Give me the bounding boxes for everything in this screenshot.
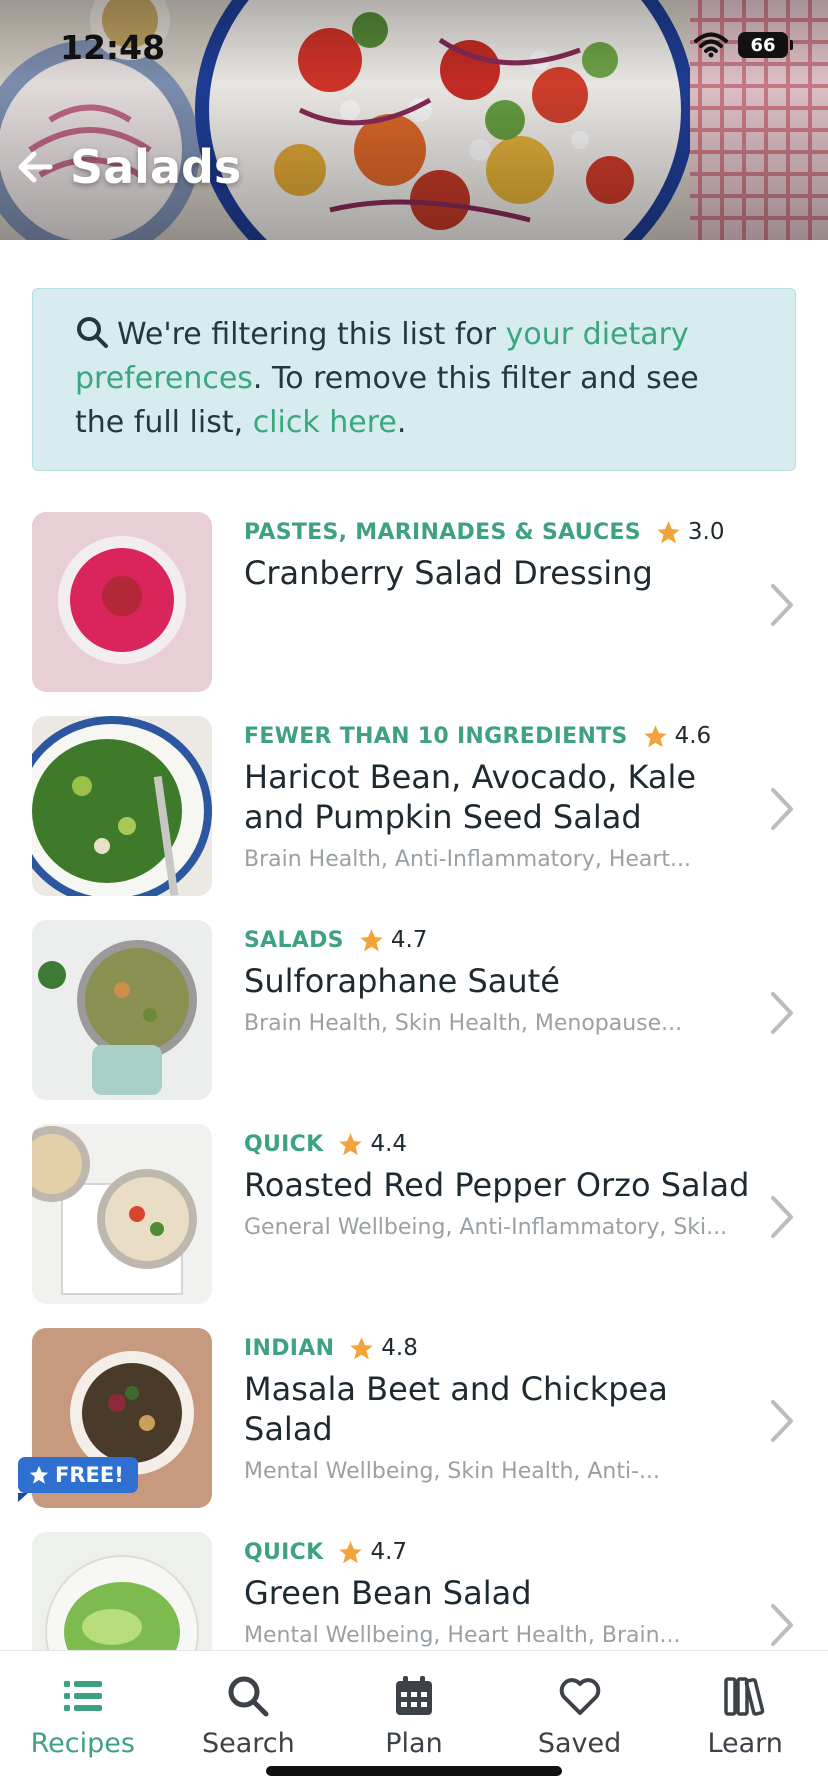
recipe-row[interactable]: QUICK 4.4 Roasted Red Pepper Orzo Salad … <box>0 1124 828 1328</box>
recipe-info: PASTES, MARINADES & SAUCES 3.0 Cranberry… <box>244 515 764 603</box>
battery-icon: 66 <box>738 32 793 58</box>
recipe-title: Green Bean Salad <box>244 1574 532 1612</box>
recipe-title: Sulforaphane Sauté <box>244 962 560 1000</box>
free-badge: FREE! <box>18 1457 138 1502</box>
header-row: Salads <box>14 140 241 194</box>
search-icon <box>228 1676 269 1717</box>
tab-learn[interactable]: Learn <box>662 1651 828 1792</box>
free-badge-label: FREE! <box>55 1463 124 1487</box>
recipe-rating: 4.4 <box>370 1131 408 1157</box>
notice-text-prefix: We're filtering this list for <box>117 317 506 352</box>
recipe-rating: 4.8 <box>381 1335 418 1361</box>
chevron-right-icon <box>771 788 793 830</box>
back-arrow-icon[interactable] <box>14 146 56 188</box>
star-icon <box>643 724 667 747</box>
remove-filter-link[interactable]: click here <box>253 405 397 440</box>
tab-label: Recipes <box>30 1728 135 1759</box>
recipe-tags: Mental Wellbeing, Heart Health, Brain... <box>244 1623 681 1648</box>
recipe-thumbnail <box>32 716 212 896</box>
status-icons: 66 <box>694 32 793 58</box>
recipe-title: Masala Beet and Chickpea Salad <box>244 1370 668 1448</box>
filter-notice: We're filtering this list for your dieta… <box>32 288 796 471</box>
chevron-right-icon <box>771 992 793 1034</box>
recipe-category: INDIAN <box>244 1335 335 1361</box>
recipe-info: QUICK 4.7 Green Bean Salad Mental Wellbe… <box>244 1535 764 1648</box>
recipe-category: SALADS <box>244 927 344 953</box>
recipe-tags: Brain Health, Anti-Inflammatory, Heart..… <box>244 847 692 872</box>
calendar-icon <box>395 1676 432 1715</box>
star-icon <box>339 1132 363 1155</box>
tab-label: Plan <box>385 1728 443 1759</box>
tab-label: Search <box>202 1728 295 1759</box>
recipe-tags: Brain Health, Skin Health, Menopause... <box>244 1011 683 1036</box>
chevron-right-icon <box>771 1604 793 1646</box>
tab-recipes[interactable]: Recipes <box>0 1651 166 1792</box>
tab-label: Learn <box>707 1728 783 1759</box>
recipe-meta: QUICK 4.7 <box>244 1535 764 1569</box>
home-indicator <box>266 1766 562 1776</box>
recipe-category: QUICK <box>244 1539 324 1565</box>
recipe-info: SALADS 4.7 Sulforaphane Sauté Brain Heal… <box>244 923 764 1036</box>
recipe-info: FEWER THAN 10 INGREDIENTS 4.6 Haricot Be… <box>244 719 764 872</box>
recipe-meta: SALADS 4.7 <box>244 923 764 957</box>
recipe-row[interactable]: FREE! INDIAN 4.8 Masala Beet and Chickpe… <box>0 1328 828 1532</box>
recipe-title: Cranberry Salad Dressing <box>244 554 653 592</box>
recipe-category: QUICK <box>244 1131 324 1157</box>
recipe-meta: INDIAN 4.8 <box>244 1331 764 1365</box>
recipe-category: FEWER THAN 10 INGREDIENTS <box>244 723 628 749</box>
recipe-meta: QUICK 4.4 <box>244 1127 764 1161</box>
recipe-info: QUICK 4.4 Roasted Red Pepper Orzo Salad … <box>244 1127 764 1240</box>
star-icon <box>29 1465 49 1484</box>
recipe-meta: FEWER THAN 10 INGREDIENTS 4.6 <box>244 719 764 753</box>
recipe-title: Haricot Bean, Avocado, Kale and Pumpkin … <box>244 758 697 836</box>
wifi-icon <box>694 32 728 58</box>
recipe-row[interactable]: PASTES, MARINADES & SAUCES 3.0 Cranberry… <box>0 512 828 716</box>
recipe-rating: 4.7 <box>390 927 428 953</box>
tab-label: Saved <box>537 1728 622 1759</box>
recipe-meta: PASTES, MARINADES & SAUCES 3.0 <box>244 515 764 549</box>
heart-icon <box>559 1678 600 1715</box>
chevron-right-icon <box>771 584 793 626</box>
star-icon <box>657 520 680 543</box>
recipe-thumbnail <box>32 920 212 1100</box>
star-icon <box>360 928 383 951</box>
recipe-info: INDIAN 4.8 Masala Beet and Chickpea Sala… <box>244 1331 764 1484</box>
recipe-tags: General Wellbeing, Anti-Inflammatory, Sk… <box>244 1215 728 1240</box>
recipe-rating: 3.0 <box>687 519 725 545</box>
page-title: Salads <box>70 140 242 194</box>
star-icon <box>339 1540 363 1563</box>
recipe-thumbnail <box>32 1124 212 1304</box>
recipe-title: Roasted Red Pepper Orzo Salad <box>244 1166 750 1204</box>
recipe-tags: Mental Wellbeing, Skin Health, Anti-... <box>244 1459 661 1484</box>
header-hero: 12:48 66 Salads <box>0 0 828 240</box>
recipe-category: PASTES, MARINADES & SAUCES <box>244 519 641 545</box>
star-icon <box>350 1336 374 1359</box>
recipe-rating: 4.6 <box>674 723 712 749</box>
status-time: 12:48 <box>60 28 166 67</box>
books-icon <box>724 1677 765 1716</box>
search-icon <box>77 317 108 348</box>
recipe-list: PASTES, MARINADES & SAUCES 3.0 Cranberry… <box>0 512 828 1736</box>
chevron-right-icon <box>771 1400 793 1442</box>
notice-text-suffix: . <box>396 405 407 440</box>
recipe-row[interactable]: FEWER THAN 10 INGREDIENTS 4.6 Haricot Be… <box>0 716 828 920</box>
recipe-row[interactable]: SALADS 4.7 Sulforaphane Sauté Brain Heal… <box>0 920 828 1124</box>
recipe-rating: 4.7 <box>370 1539 408 1565</box>
recipe-thumbnail <box>32 512 212 692</box>
list-icon <box>63 1681 102 1711</box>
chevron-right-icon <box>771 1196 793 1238</box>
